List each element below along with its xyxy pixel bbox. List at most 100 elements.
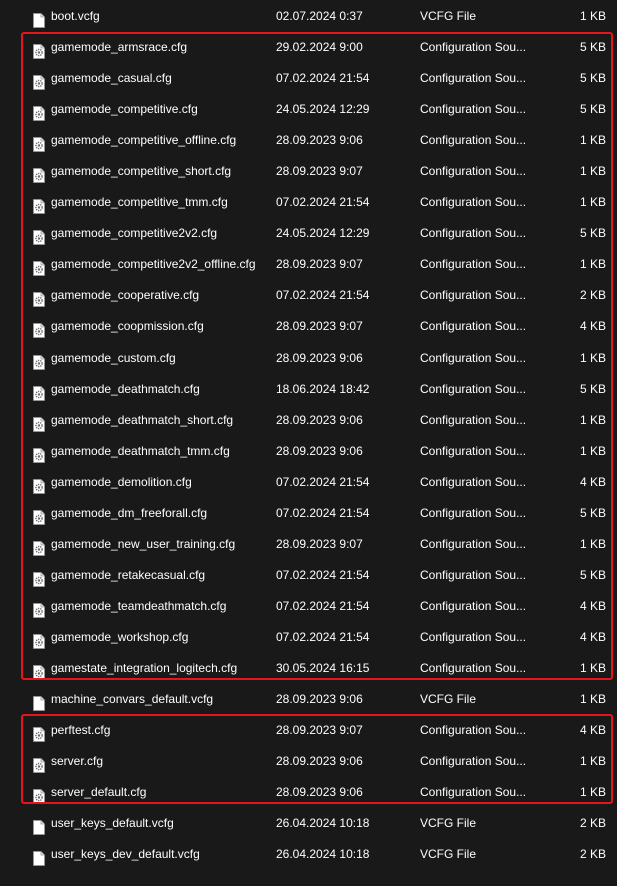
file-row[interactable]: machine_convars_default.vcfg 28.09.2023 9… [0,684,617,715]
file-date-modified: 28.09.2023 9:06 [276,412,363,427]
file-date-modified: 07.02.2024 21:54 [276,474,370,489]
file-row[interactable]: user_keys_default.vcfg 26.04.2024 10:18 VC… [0,808,617,839]
file-name: gamemode_competitive_tmm.cfg [51,195,228,210]
file-name: gamemode_competitive.cfg [51,102,198,117]
file-row[interactable]: gamemode_workshop.cfg 07.02.2024 21:54 Con… [0,622,617,653]
config-file-icon [33,133,45,153]
file-date-modified: 29.02.2024 9:00 [276,40,363,55]
file-size: 5 KB [579,381,606,396]
file-name: user_keys_dev_default.vcfg [51,847,200,862]
file-size: 1 KB [579,350,606,365]
file-date-modified: 28.09.2023 9:06 [276,133,363,148]
file-name: gamemode_competitive_short.cfg [51,164,232,179]
config-file-icon [33,444,45,463]
file-list: boot.vcfg 02.07.2024 0:37 VCFG File 1 KB ga… [0,1,617,870]
file-type: Configuration Sou... [420,754,527,769]
config-file-icon [33,102,45,122]
config-file-icon [33,71,45,90]
file-row[interactable]: gamemode_competitive_tmm.cfg 07.02.2024 2… [0,187,617,218]
file-row[interactable]: user_keys_dev_default.vcfg 26.04.2024 10:… [0,839,617,870]
file-row[interactable]: gamemode_casual.cfg 07.02.2024 21:54 Confi… [0,63,617,94]
file-size: 1 KB [579,754,606,769]
file-type: Configuration Sou... [420,71,527,86]
file-row[interactable]: gamemode_competitive2v2.cfg 24.05.2024 12… [0,218,617,249]
file-name: gamemode_cooperative.cfg [51,288,200,303]
file-name: gamemode_new_user_training.cfg [51,536,236,551]
file-name: gamemode_dm_freeforall.cfg [51,505,208,520]
file-name: gamemode_workshop.cfg [51,629,189,644]
file-icon [33,816,45,836]
file-row[interactable]: gamemode_deathmatch_short.cfg 28.09.2023 … [0,405,617,436]
file-date-modified: 26.04.2024 10:18 [276,816,370,831]
file-size: 5 KB [579,40,606,55]
file-row[interactable]: gamemode_retakecasual.cfg 07.02.2024 21:5… [0,560,617,591]
file-row[interactable]: gamemode_custom.cfg 28.09.2023 9:06 Config… [0,343,617,374]
file-name: perftest.cfg [51,723,111,738]
file-row[interactable]: boot.vcfg 02.07.2024 0:37 VCFG File 1 KB [0,1,617,32]
file-row[interactable]: gamestate_integration_logitech.cfg 30.05.… [0,653,617,684]
config-file-icon [33,40,45,59]
file-name: gamemode_deathmatch_tmm.cfg [51,443,230,458]
file-row[interactable]: gamemode_deathmatch_tmm.cfg 28.09.2023 9:… [0,436,617,467]
file-name: machine_convars_default.vcfg [51,692,214,707]
file-date-modified: 07.02.2024 21:54 [276,629,370,644]
file-date-modified: 28.09.2023 9:06 [276,443,363,458]
file-row[interactable]: gamemode_dm_freeforall.cfg 07.02.2024 21:… [0,498,617,529]
file-type: Configuration Sou... [420,412,527,427]
config-file-icon [33,195,45,215]
file-type: Configuration Sou... [420,288,527,303]
file-type: Configuration Sou... [420,350,527,365]
file-date-modified: 24.05.2024 12:29 [276,226,370,241]
file-size: 2 KB [579,288,606,303]
file-size: 4 KB [579,629,606,644]
file-row[interactable]: gamemode_new_user_training.cfg 28.09.2023… [0,529,617,560]
config-file-icon [33,785,45,805]
file-row[interactable]: gamemode_deathmatch.cfg 18.06.2024 18:42 C… [0,374,617,405]
file-row[interactable]: gamemode_cooperative.cfg 07.02.2024 21:54… [0,280,617,311]
config-file-icon [33,537,45,556]
file-row[interactable]: gamemode_armsrace.cfg 29.02.2024 9:00 Conf… [0,32,617,63]
config-file-icon [33,475,45,494]
file-size: 5 KB [579,226,606,241]
file-row[interactable]: gamemode_competitive_offline.cfg 28.09.20… [0,125,617,156]
file-type: Configuration Sou... [420,102,527,117]
file-date-modified: 07.02.2024 21:54 [276,195,370,210]
file-row[interactable]: gamemode_competitive.cfg 24.05.2024 12:29… [0,94,617,125]
file-type: Configuration Sou... [420,785,527,800]
config-file-icon [33,164,45,184]
file-date-modified: 28.09.2023 9:07 [276,723,363,738]
config-file-icon [33,226,45,246]
file-type: Configuration Sou... [420,164,527,179]
file-row[interactable]: server_default.cfg 28.09.2023 9:06 Configu… [0,777,617,808]
file-row[interactable]: gamemode_competitive_short.cfg 28.09.2023… [0,156,617,187]
file-type: Configuration Sou... [420,319,527,334]
file-row[interactable]: perftest.cfg 28.09.2023 9:07 Configuration… [0,715,617,746]
file-type: Configuration Sou... [420,567,527,582]
file-date-modified: 02.07.2024 0:37 [276,9,363,23]
file-name: gamemode_competitive_offline.cfg [51,133,237,148]
file-type: Configuration Sou... [420,257,527,272]
file-row[interactable]: gamemode_competitive2v2_offline.cfg 28.09… [0,249,617,280]
config-file-icon [33,288,45,308]
file-size: 1 KB [579,164,606,179]
file-icon [33,692,45,711]
file-row[interactable]: server.cfg 28.09.2023 9:06 Configuration S… [0,746,617,777]
file-name: gamemode_retakecasual.cfg [51,567,206,582]
file-type: Configuration Sou... [420,474,527,489]
file-row[interactable]: gamemode_demolition.cfg 07.02.2024 21:54 C… [0,467,617,498]
file-type: Configuration Sou... [420,133,527,148]
file-size: 5 KB [579,71,606,86]
file-row[interactable]: gamemode_teamdeathmatch.cfg 07.02.2024 21… [0,591,617,622]
file-name: gamestate_integration_logitech.cfg [51,660,238,675]
config-file-icon [33,506,45,525]
file-date-modified: 07.02.2024 21:54 [276,567,370,582]
file-row[interactable]: gamemode_coopmission.cfg 28.09.2023 9:07 C… [0,311,617,342]
config-file-icon [33,413,45,432]
file-name: gamemode_deathmatch.cfg [51,381,200,396]
file-date-modified: 26.04.2024 10:18 [276,847,370,862]
file-name: gamemode_competitive2v2.cfg [51,226,218,241]
config-file-icon [33,630,45,649]
file-type: Configuration Sou... [420,598,527,613]
file-size: 1 KB [579,692,606,707]
file-name: gamemode_coopmission.cfg [51,319,204,334]
